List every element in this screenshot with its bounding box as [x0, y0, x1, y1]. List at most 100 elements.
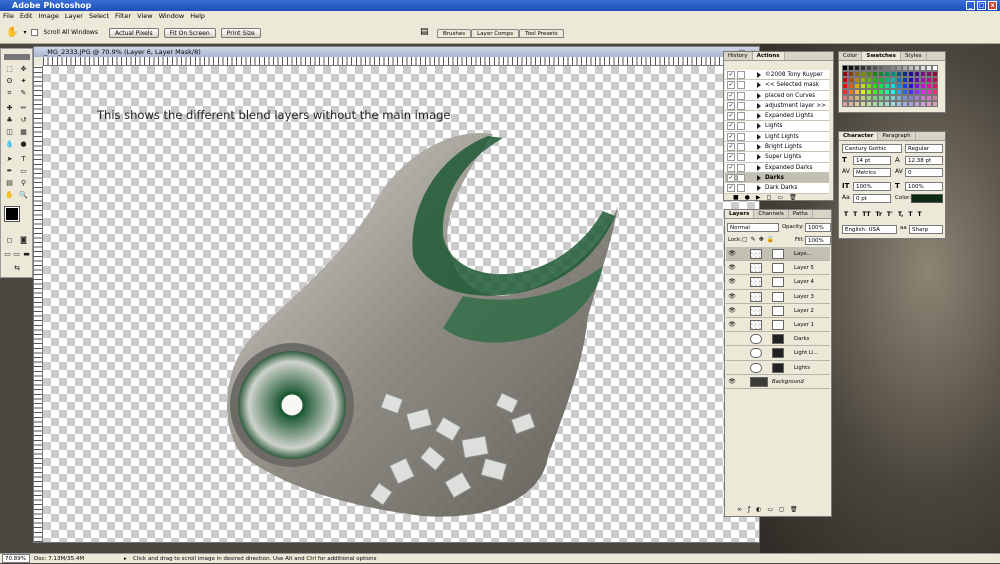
swatch[interactable] [932, 101, 938, 107]
toolbox-header[interactable] [4, 54, 30, 60]
action-item[interactable]: ✓ adjustment layer >> [725, 100, 829, 112]
type-style-button[interactable]: T' [887, 211, 893, 218]
layer-row[interactable]: 👁 Background [726, 374, 830, 389]
action-item[interactable]: ✓ Dark Darks [725, 183, 829, 194]
well-tab-tool-presets[interactable]: Tool Presets [519, 29, 564, 38]
action-dialog-toggle[interactable] [737, 101, 745, 110]
action-dialog-toggle[interactable] [737, 122, 745, 131]
tab-swatches[interactable]: Swatches [862, 52, 901, 60]
menu-view[interactable]: View [137, 11, 152, 22]
link-toggle[interactable] [738, 349, 746, 357]
expand-triangle-icon[interactable] [757, 102, 761, 109]
layer-row[interactable]: Light Li... [726, 346, 830, 361]
action-dialog-toggle[interactable] [737, 132, 745, 141]
hand-tool-icon[interactable]: ✋ [5, 191, 14, 200]
close-icon[interactable]: x [988, 1, 997, 10]
eraser-tool-icon[interactable]: ◫ [5, 128, 14, 137]
eye-icon[interactable]: 👁 [728, 321, 736, 329]
jump-to-imageready-icon[interactable]: ⇆ [5, 264, 29, 273]
action-check-icon[interactable]: ✓ [727, 91, 735, 100]
well-tab-layer-comps[interactable]: Layer Comps [471, 29, 520, 38]
expand-triangle-icon[interactable] [757, 154, 761, 161]
crop-tool-icon[interactable]: ⌗ [5, 89, 14, 98]
link-toggle[interactable] [738, 364, 746, 372]
link-toggle[interactable] [738, 378, 746, 386]
link-toggle[interactable] [738, 278, 746, 286]
eye-icon[interactable] [728, 349, 736, 357]
magic-wand-tool-icon[interactable]: ✦ [19, 77, 28, 86]
hand-tool-icon[interactable]: ✋ [6, 27, 18, 38]
layer-row[interactable]: 👁 Layer 1 [726, 317, 830, 333]
font-size-field[interactable]: 14 pt [853, 156, 891, 165]
expand-triangle-icon[interactable] [757, 185, 761, 192]
menu-file[interactable]: File [3, 11, 14, 22]
fit-on-screen-button[interactable]: Fit On Screen [163, 27, 216, 38]
action-dialog-toggle[interactable] [737, 91, 745, 100]
link-toggle[interactable] [738, 293, 746, 301]
stamp-tool-icon[interactable]: ♣ [5, 116, 14, 125]
foreground-color-swatch[interactable] [4, 206, 20, 222]
swatch-grid[interactable] [842, 65, 938, 111]
action-dialog-toggle[interactable] [737, 163, 745, 172]
well-tab-brushes[interactable]: Brushes [437, 29, 472, 38]
expand-triangle-icon[interactable] [757, 174, 761, 181]
eye-icon[interactable]: 👁 [728, 250, 736, 258]
expand-triangle-icon[interactable] [757, 144, 761, 151]
action-item[interactable]: ✓ Expanded Darks [725, 162, 829, 173]
expand-triangle-icon[interactable] [757, 72, 761, 78]
action-dialog-toggle[interactable] [737, 184, 745, 193]
action-check-icon[interactable]: ✓ [727, 153, 735, 162]
healing-brush-tool-icon[interactable]: ✚ [5, 104, 14, 113]
antialias-select[interactable]: Sharp [909, 225, 943, 234]
type-style-button[interactable]: T [917, 211, 921, 218]
action-dialog-toggle[interactable] [737, 143, 745, 152]
zoom-tool-icon[interactable]: 🔍 [19, 191, 28, 200]
expand-triangle-icon[interactable] [757, 113, 761, 120]
menu-window[interactable]: Window [159, 11, 185, 22]
type-style-button[interactable]: T, [898, 211, 904, 218]
action-item[interactable]: ✓ Bright Lights [725, 142, 829, 153]
text-color-swatch[interactable] [911, 194, 943, 203]
eye-icon[interactable] [728, 364, 736, 372]
tracking-field[interactable]: 0 [905, 168, 943, 177]
actual-pixels-button[interactable]: Actual Pixels [108, 27, 159, 38]
eye-icon[interactable]: 👁 [728, 293, 736, 301]
action-check-icon[interactable]: ✓ [727, 122, 735, 131]
font-style-select[interactable]: Regular [905, 144, 943, 153]
action-dialog-toggle[interactable] [737, 81, 745, 90]
brush-tool-icon[interactable]: ✏ [19, 104, 28, 113]
tab-channels[interactable]: Channels [754, 210, 789, 218]
type-style-button[interactable]: T [844, 211, 848, 218]
slice-tool-icon[interactable]: ✎ [19, 89, 28, 98]
action-dialog-toggle[interactable] [737, 153, 745, 162]
type-style-button[interactable]: Tr [876, 211, 882, 218]
link-toggle[interactable] [738, 335, 746, 343]
document-titlebar[interactable]: _MG_2333.JPG @ 70.9% (Layer 6, Layer Mas… [34, 47, 759, 57]
action-check-icon[interactable]: ✓ [727, 163, 735, 172]
expand-triangle-icon[interactable] [757, 164, 761, 171]
action-item[interactable]: ✓ Lights [725, 121, 829, 132]
palette-well-icon[interactable]: ▤ [420, 27, 429, 37]
maximize-icon[interactable]: □ [977, 1, 986, 10]
action-check-icon[interactable]: ✓ [727, 101, 735, 110]
history-brush-tool-icon[interactable]: ↺ [19, 116, 28, 125]
action-dialog-toggle[interactable] [737, 71, 745, 79]
eye-icon[interactable]: 👁 [728, 278, 736, 286]
notes-tool-icon[interactable]: ▤ [5, 179, 14, 188]
menu-edit[interactable]: Edit [20, 11, 33, 22]
fill-field[interactable]: 100% [805, 236, 831, 245]
kerning-field[interactable]: Metrics [853, 168, 891, 177]
layer-row[interactable]: Lights [726, 360, 830, 375]
link-toggle[interactable] [738, 321, 746, 329]
action-check-icon[interactable]: ✓ [727, 132, 735, 141]
action-item[interactable]: ✓ placed on Curves [725, 90, 829, 101]
path-selection-tool-icon[interactable]: ➤ [5, 155, 14, 164]
screen-mode-full-icon[interactable]: ▬ [22, 250, 31, 259]
eyedropper-tool-icon[interactable]: ⚲ [19, 179, 28, 188]
tab-layers[interactable]: Layers [725, 210, 755, 218]
action-item[interactable]: ✓ Expanded Lights [725, 111, 829, 122]
action-check-icon[interactable]: ✓ [727, 173, 735, 182]
action-item[interactable]: ✓ Darks [725, 172, 829, 184]
baseline-shift-field[interactable]: 0 pt [853, 194, 891, 203]
action-item[interactable]: ✓ Light Lights [725, 131, 829, 143]
